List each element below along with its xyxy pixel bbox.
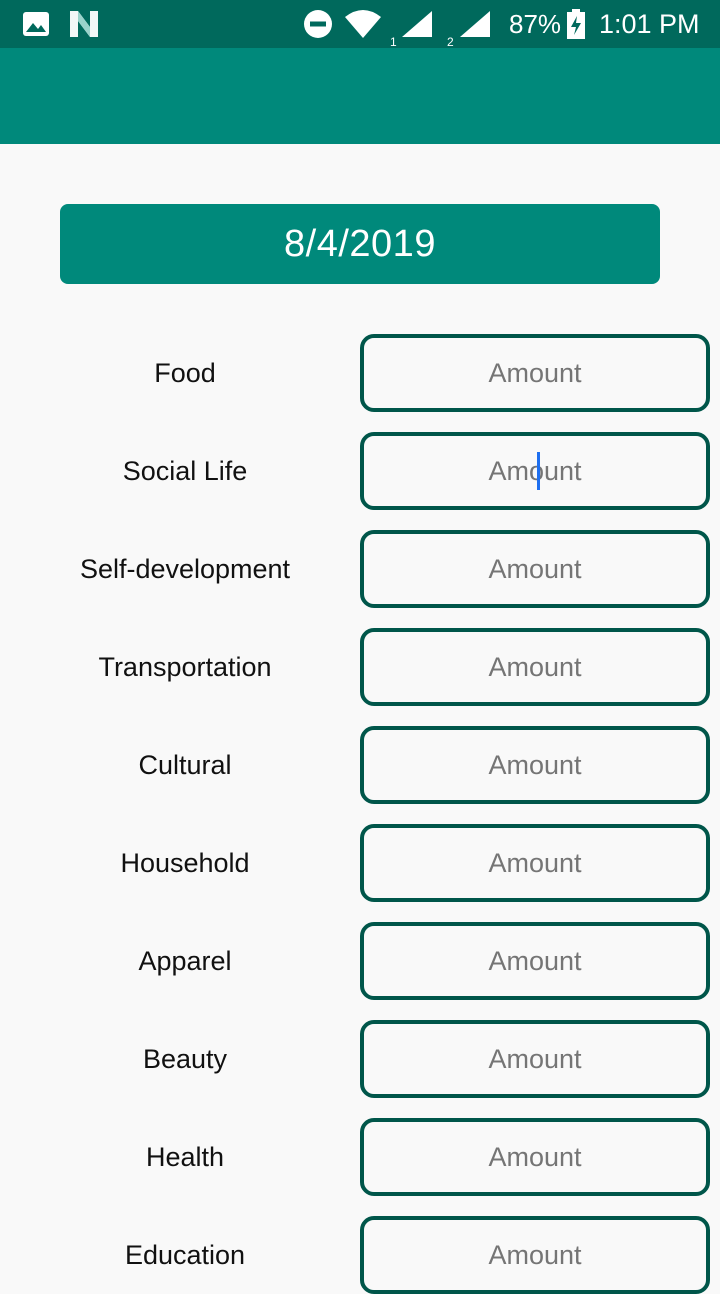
amount-input-health[interactable]: Amount [360,1118,710,1196]
category-row-education: Education Amount [0,1216,720,1294]
category-row-apparel: Apparel Amount [0,922,720,1000]
category-row-health: Health Amount [0,1118,720,1196]
amount-placeholder: Amount [488,455,582,486]
category-label: Beauty [142,1043,228,1074]
category-row-household: Household Amount [0,824,720,902]
n-notification-icon [68,0,100,48]
category-label: Apparel [138,945,232,976]
signal-sim2-icon [458,0,492,48]
do-not-disturb-icon [303,0,333,48]
status-bar: 1 2 87% 1:01 PM [0,0,720,49]
category-row-transportation: Transportation Amount [0,628,720,706]
category-label: Education [124,1239,246,1270]
amount-input-food[interactable]: Amount [360,334,710,412]
text-cursor [537,452,540,490]
category-label: Transportation [98,651,272,682]
battery-charging-icon [565,0,587,48]
clock: 1:01 PM [599,8,700,39]
amount-input-household[interactable]: Amount [360,824,710,902]
category-label: Cultural [138,749,232,780]
amount-input-beauty[interactable]: Amount [360,1020,710,1098]
amount-input-apparel[interactable]: Amount [360,922,710,1000]
category-row-beauty: Beauty Amount [0,1020,720,1098]
category-label: Social Life [122,455,248,486]
category-label: Food [154,357,216,388]
category-row-cultural: Cultural Amount [0,726,720,804]
category-row-food: Food Amount [0,334,720,412]
category-row-social-life: Social Life Amount [0,432,720,510]
amount-input-self-development[interactable]: Amount [360,530,710,608]
category-row-self-development: Self-development Amount [0,530,720,608]
amount-input-transportation[interactable]: Amount [360,628,710,706]
amount-input-education[interactable]: Amount [360,1216,710,1294]
battery-percent: 87% [509,8,562,39]
wifi-icon [344,0,382,48]
date-picker-button[interactable]: 8/4/2019 [60,204,660,284]
image-icon [22,0,50,48]
app-bar [0,48,720,144]
category-label: Health [145,1141,225,1172]
category-label: Household [120,847,250,878]
signal-sim1-icon [400,0,434,48]
amount-input-cultural[interactable]: Amount [360,726,710,804]
category-label: Self-development [79,553,291,584]
amount-input-social-life[interactable]: Amount [360,432,710,510]
